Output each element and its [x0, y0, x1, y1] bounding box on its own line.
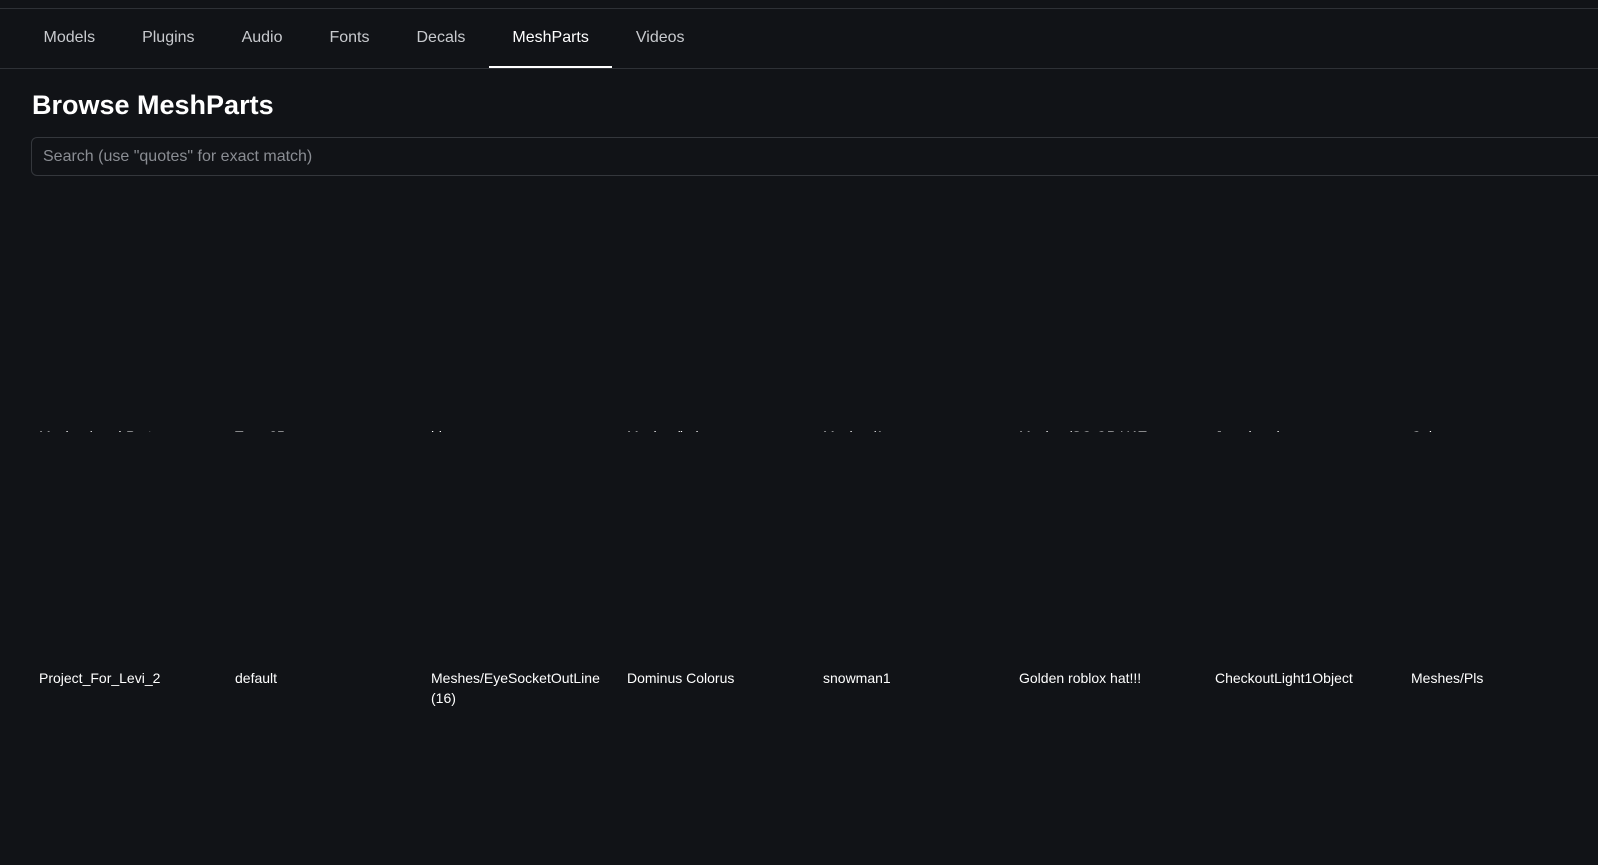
meshpart-card[interactable]: default — [227, 432, 423, 686]
meshpart-thumbnail[interactable] — [1411, 432, 1591, 658]
meshpart-thumbnail[interactable] — [627, 432, 807, 658]
meshpart-thumbnail[interactable] — [235, 432, 415, 658]
meshpart-title[interactable]: Golden roblox hat!!! — [1019, 668, 1201, 688]
meshpart-thumbnail[interactable] — [39, 190, 219, 416]
meshpart-card[interactable]: Cube — [1403, 190, 1598, 444]
meshpart-thumbnail[interactable] — [823, 190, 1003, 416]
meshpart-thumbnail[interactable] — [627, 190, 807, 416]
meshpart-thumbnail[interactable] — [39, 432, 219, 658]
meshpart-thumbnail[interactable] — [823, 432, 1003, 658]
meshpart-title[interactable]: Meshes/EyeSocketOutLine (16) — [431, 668, 613, 708]
meshpart-title[interactable]: Dominus Colorus — [627, 668, 809, 688]
meshpart-title[interactable]: Meshes/Pls — [1411, 668, 1593, 688]
meshpart-title[interactable]: snowman1 — [823, 668, 1005, 688]
meshpart-card[interactable]: Type 25 — [227, 190, 423, 444]
search-input[interactable] — [31, 137, 1598, 176]
meshpart-title[interactable]: Project_For_Levi_2 — [39, 668, 221, 688]
meshpart-thumbnail[interactable] — [431, 432, 611, 658]
category-tabs: Models Plugins Audio Fonts Decals MeshParts Vi… — [20, 9, 708, 68]
meshpart-card[interactable]: Golden roblox hat!!! — [1011, 432, 1207, 686]
meshpart-thumbnail[interactable] — [1215, 432, 1395, 658]
meshpart-card[interactable]: Meshes/SO OP HAT — [1011, 190, 1207, 444]
meshpart-card[interactable]: Joey head — [1207, 190, 1403, 444]
meshpart-thumbnail[interactable] — [235, 190, 415, 416]
meshpart-thumbnail[interactable] — [1019, 190, 1199, 416]
meshpart-card[interactable]: CheckoutLight1Object — [1207, 432, 1403, 686]
meshpart-card[interactable]: hh — [423, 190, 619, 444]
tab-meshparts[interactable]: MeshParts — [488, 9, 613, 68]
meshpart-thumbnail[interactable] — [1411, 190, 1591, 416]
meshpart-title[interactable]: default — [235, 668, 417, 688]
tab-videos[interactable]: Videos — [612, 9, 708, 68]
tab-fonts[interactable]: Fonts — [306, 9, 393, 68]
meshpart-thumbnail[interactable] — [1215, 190, 1395, 416]
meshpart-card[interactable]: Project_For_Levi_2 — [31, 432, 227, 686]
tab-audio[interactable]: Audio — [218, 9, 306, 68]
meshpart-title[interactable]: CheckoutLight1Object — [1215, 668, 1397, 688]
tab-decals[interactable]: Decals — [393, 9, 489, 68]
meshpart-thumbnail[interactable] — [1019, 432, 1199, 658]
meshpart-card[interactable]: snowman1 — [815, 432, 1011, 686]
meshpart-card[interactable]: Meshes/EyeSocketOutLine (16) — [423, 432, 619, 706]
meshpart-card[interactable]: Dominus Colorus — [619, 432, 815, 686]
meshparts-grid: Meshes/meshPartType 25hhMeshes/haloMeshe… — [31, 190, 1598, 706]
meshpart-thumbnail[interactable] — [431, 190, 611, 416]
tabs-divider — [0, 68, 1598, 69]
tab-plugins[interactable]: Plugins — [119, 9, 218, 68]
meshpart-card[interactable]: Meshes/Pls — [1403, 432, 1598, 686]
page-title: Browse MeshParts — [32, 90, 274, 120]
tab-models[interactable]: Models — [20, 9, 119, 68]
meshpart-card[interactable]: Meshes/halo — [619, 190, 815, 444]
meshpart-card[interactable]: Meshes/1 — [815, 190, 1011, 444]
meshpart-card[interactable]: Meshes/meshPart — [31, 190, 227, 444]
